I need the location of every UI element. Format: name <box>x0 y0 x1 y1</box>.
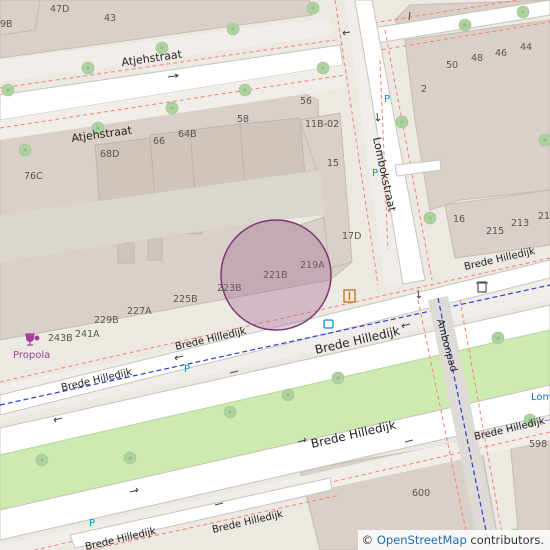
map-canvas[interactable]: P P P P Atjehstraat Atjehstraat Lombokst… <box>0 0 550 550</box>
house-number: 68D <box>100 149 119 160</box>
map-view[interactable]: P P P P Atjehstraat Atjehstraat Lombokst… <box>0 0 550 550</box>
house-number: 58 <box>237 114 249 125</box>
attribution-suffix: contributors. <box>466 533 544 547</box>
parking-icon: P <box>89 518 95 529</box>
house-number: 11B-02 <box>305 119 339 130</box>
house-number: 21 <box>538 211 550 222</box>
house-number: 241A <box>75 329 100 340</box>
house-number: 47D <box>50 4 69 15</box>
house-number: 17D <box>342 231 361 242</box>
house-number: 598 <box>529 439 547 450</box>
house-number: 16 <box>453 214 465 225</box>
house-number: 56 <box>300 96 312 107</box>
location-marker-circle[interactable] <box>220 219 332 331</box>
house-number: 227A <box>127 306 152 317</box>
house-number: 66 <box>153 136 165 147</box>
house-number: 76C <box>24 171 43 182</box>
house-number: 50 <box>446 60 458 71</box>
attribution-prefix: © <box>361 533 377 547</box>
house-number: 15 <box>327 158 339 169</box>
house-number: 215 <box>486 226 504 237</box>
house-number: 243B <box>48 333 73 344</box>
house-number: 213 <box>511 218 529 229</box>
attribution-link[interactable]: OpenStreetMap <box>377 533 467 547</box>
house-number: 48 <box>471 53 483 64</box>
street-label-cut: Lom <box>531 392 550 403</box>
house-number: 64B <box>178 129 197 140</box>
parking-icon: P <box>184 364 190 375</box>
house-number: 44 <box>520 42 532 53</box>
house-number: 43 <box>104 13 116 24</box>
house-number: 225B <box>173 294 198 305</box>
house-number: 46 <box>495 48 507 59</box>
poi-label-propola: Propola <box>13 350 50 361</box>
house-number: 9B <box>0 19 13 30</box>
house-number: 600 <box>412 488 430 499</box>
parking-icon: P <box>384 94 390 105</box>
house-number: 2 <box>421 84 427 95</box>
attribution: © OpenStreetMap contributors. <box>357 530 550 550</box>
house-number: 229B <box>94 315 119 326</box>
